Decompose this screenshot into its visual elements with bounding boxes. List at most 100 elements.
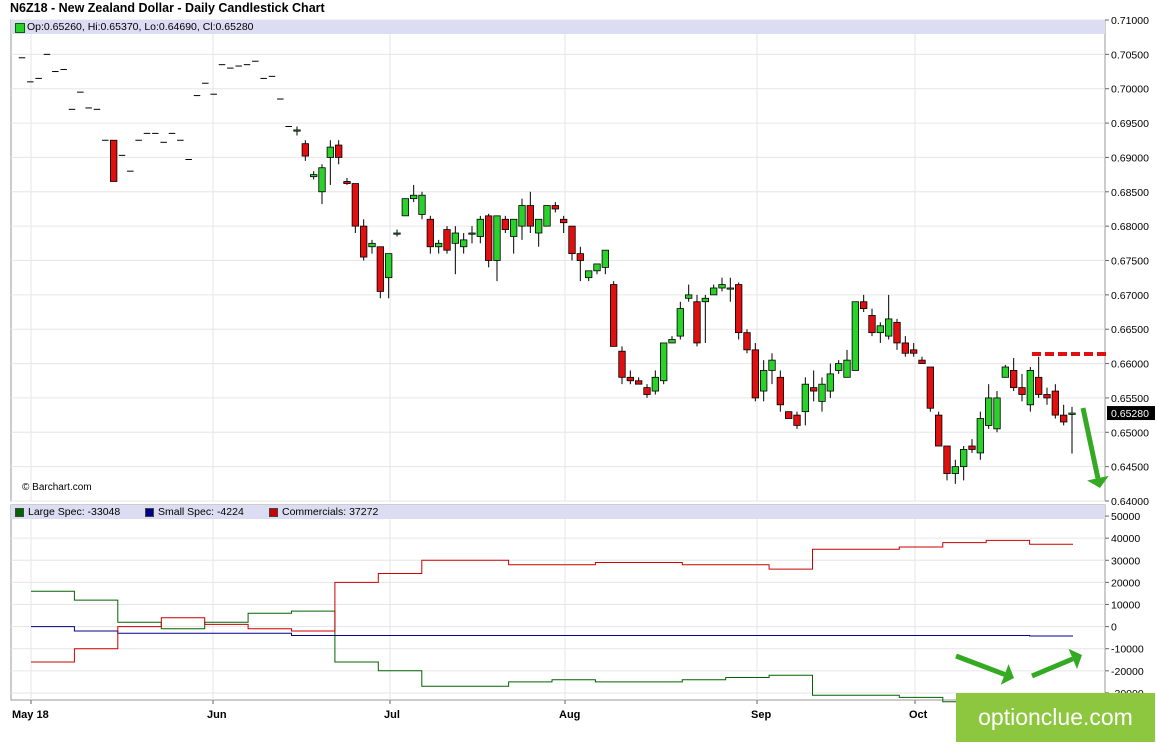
candle	[401, 198, 409, 217]
y-tick-label: -10000	[1111, 644, 1144, 656]
candle-body	[951, 466, 959, 474]
ohlc-readout-bar: Op:0.65260, Hi:0.65370, Lo:0.64690, Cl:0…	[11, 20, 1105, 34]
candle-body	[568, 225, 576, 255]
candle-body	[893, 321, 901, 344]
copyright-text: © Barchart.com	[22, 482, 92, 493]
candle	[735, 282, 743, 340]
legend-swatch	[15, 507, 24, 517]
legend-large-spec: Large Spec: -33048	[15, 506, 120, 518]
candle-body	[793, 414, 801, 426]
candle-body	[601, 249, 609, 268]
candle	[785, 411, 793, 419]
candle-body	[651, 376, 659, 392]
candle-body	[968, 445, 976, 450]
candle	[1026, 367, 1034, 412]
candle-body	[851, 301, 859, 371]
candle-body	[518, 205, 526, 227]
y-tick-label: 0.69500	[1111, 118, 1149, 130]
legend-small-spec: Small Spec: -4224	[145, 506, 244, 518]
x-tick-label: Jul	[384, 709, 400, 721]
candle-body	[610, 284, 618, 347]
x-tick-label: Jun	[207, 709, 227, 721]
candle	[976, 411, 984, 460]
candle-body	[110, 139, 118, 182]
candle-body	[293, 129, 301, 132]
candle-body	[435, 242, 443, 248]
candle-body	[443, 229, 451, 251]
candle-body	[393, 232, 401, 235]
candle-body	[385, 253, 393, 279]
candle-body	[993, 397, 1001, 430]
candle-body	[1018, 387, 1026, 395]
candle	[851, 301, 859, 371]
candle-body	[535, 218, 543, 234]
candle-body	[960, 449, 968, 468]
candle-body	[693, 301, 701, 344]
candle-body	[368, 242, 376, 248]
candle-body	[543, 205, 551, 227]
candle-body	[626, 376, 634, 382]
candle-body	[876, 325, 884, 334]
candle-body	[310, 174, 318, 178]
y-tick-label: 0.68000	[1111, 221, 1149, 233]
candle-body	[668, 339, 676, 344]
x-tick-label: Oct	[909, 709, 928, 721]
candle-body	[301, 143, 309, 157]
candle	[610, 281, 618, 347]
candle-body	[485, 215, 493, 261]
y-tick-label: 0.67000	[1111, 290, 1149, 302]
candle	[660, 342, 668, 385]
candle-body	[826, 373, 834, 392]
candle	[693, 294, 701, 347]
candle-body	[335, 144, 343, 158]
candle	[1001, 364, 1009, 378]
chart-title: N6Z18 - New Zealand Dollar - Daily Candl…	[10, 1, 325, 15]
x-tick-label: Aug	[559, 709, 580, 721]
candle-body	[1043, 394, 1051, 399]
candle-body	[560, 218, 568, 224]
legend-swatch	[269, 507, 278, 517]
candle-body	[918, 359, 926, 364]
candle-body	[935, 414, 943, 447]
y-tick-label: 0.67500	[1111, 256, 1149, 268]
y-tick-label: 40000	[1111, 533, 1140, 545]
candle-body	[593, 263, 601, 272]
candle-body	[801, 383, 809, 413]
candle-body	[710, 287, 718, 296]
candle	[926, 366, 934, 412]
candle	[485, 213, 493, 268]
y-tick-label: 0.70500	[1111, 49, 1149, 61]
candle-body	[1068, 412, 1076, 415]
candle-body	[410, 194, 418, 200]
chart-canvas: 0.71000 0.70500 0.70000 0.69500 0.69000 0.685…	[10, 15, 1155, 721]
x-tick-label: May 18	[12, 709, 49, 721]
candle-body	[943, 445, 951, 474]
candle-body	[1060, 414, 1068, 423]
y-tick-label: 20000	[1111, 577, 1140, 589]
y-tick-label: 30000	[1111, 555, 1140, 567]
candle-body	[760, 370, 768, 392]
candle-body	[618, 350, 626, 378]
candle-body	[476, 218, 484, 237]
candle-body	[493, 215, 501, 261]
y-tick-label: 10000	[1111, 600, 1140, 612]
y-tick-label: 0.64000	[1111, 496, 1149, 508]
candle-body	[451, 232, 459, 244]
candle-body	[326, 146, 334, 158]
y-tick-label: 0.66500	[1111, 324, 1149, 336]
ohlc-readout: Op:0.65260, Hi:0.65370, Lo:0.64690, Cl:0…	[27, 21, 254, 33]
watermark-logo[interactable]: optionclue.com	[956, 693, 1155, 742]
candle-body	[901, 342, 909, 354]
candle-body	[501, 218, 509, 230]
candle-body	[1001, 366, 1009, 378]
cot-legend: Large Spec: -33048 Small Spec: -4224 Com…	[11, 505, 1105, 519]
candle-body	[735, 284, 743, 334]
candle-body	[401, 198, 409, 217]
candle-body	[718, 284, 726, 289]
candle-body	[1026, 370, 1034, 406]
y-tick-label: 50000	[1111, 511, 1140, 523]
candle-body	[418, 194, 426, 215]
candle	[743, 329, 751, 354]
candle-body	[785, 411, 793, 419]
y-tick-label: 0	[1111, 622, 1117, 634]
